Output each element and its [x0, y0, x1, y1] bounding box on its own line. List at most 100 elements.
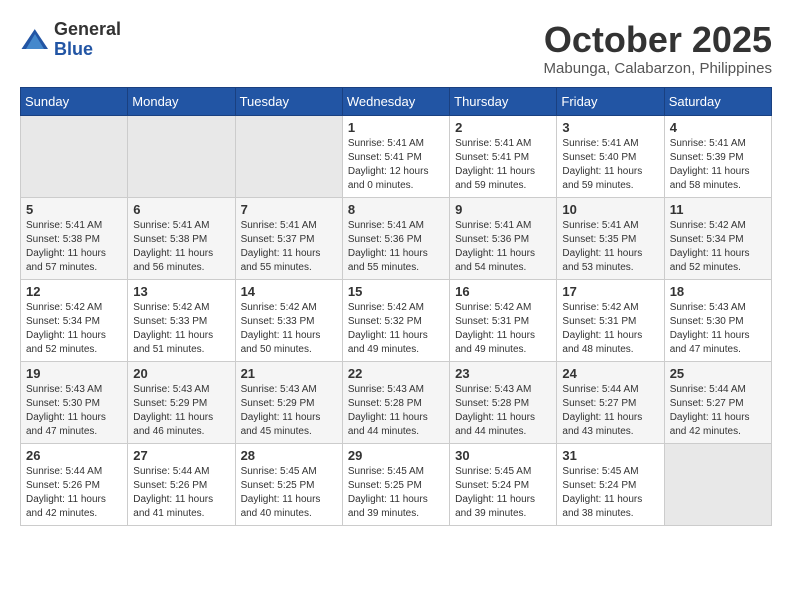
- day-number: 27: [133, 448, 229, 463]
- calendar-day-cell: 17 Sunrise: 5:42 AMSunset: 5:31 PMDayligh…: [557, 279, 664, 361]
- day-number: 5: [26, 202, 122, 217]
- day-info: Sunrise: 5:41 AMSunset: 5:38 PMDaylight:…: [133, 219, 229, 275]
- day-number: 6: [133, 202, 229, 217]
- page-header: General Blue October 2025 Mabunga, Calab…: [20, 20, 772, 77]
- day-number: 30: [455, 448, 551, 463]
- calendar-day-cell: 1Sunrise: 5:41 AMSunset: 5:41 PMDaylight…: [342, 115, 449, 197]
- day-number: 4: [670, 120, 766, 135]
- title-area: October 2025 Mabunga, Calabarzon, Philip…: [544, 20, 772, 77]
- calendar-day-cell: 9 Sunrise: 5:41 AMSunset: 5:36 PMDaylight…: [450, 197, 557, 279]
- calendar-day-cell: 3Sunrise: 5:41 AMSunset: 5:40 PMDaylight…: [557, 115, 664, 197]
- day-number: 9: [455, 202, 551, 217]
- calendar-day-cell: 28 Sunrise: 5:45 AMSunset: 5:25 PMDayligh…: [235, 443, 342, 525]
- day-info: Sunrise: 5:41 AMSunset: 5:41 PMDaylight:…: [455, 137, 551, 193]
- day-info: Sunrise: 5:44 AMSunset: 5:26 PMDaylight:…: [26, 465, 122, 521]
- calendar-day-cell: 14Sunrise: 5:42 AMSunset: 5:33 PMDayligh…: [235, 279, 342, 361]
- calendar-day-cell: 19 Sunrise: 5:43 AMSunset: 5:30 PMDayligh…: [21, 361, 128, 443]
- day-number: 1: [348, 120, 444, 135]
- weekday-header: Saturday: [664, 87, 771, 115]
- day-info: Sunrise: 5:43 AMSunset: 5:29 PMDaylight:…: [241, 383, 337, 439]
- day-info: Sunrise: 5:42 AMSunset: 5:32 PMDaylight:…: [348, 301, 444, 357]
- calendar-day-cell: [235, 115, 342, 197]
- month-title: October 2025: [544, 20, 772, 60]
- day-info: Sunrise: 5:43 AMSunset: 5:28 PMDaylight:…: [455, 383, 551, 439]
- calendar-day-cell: 11Sunrise: 5:42 AMSunset: 5:34 PMDayligh…: [664, 197, 771, 279]
- day-info: Sunrise: 5:42 AMSunset: 5:33 PMDaylight:…: [133, 301, 229, 357]
- calendar-week-row: 1 Sunrise: 5:41 AMSunset: 5:41 PMDaylight…: [21, 115, 772, 197]
- weekday-header: Thursday: [450, 87, 557, 115]
- day-info: Sunrise: 5:44 AMSunset: 5:27 PMDaylight:…: [670, 383, 766, 439]
- calendar-week-row: 19 Sunrise: 5:43 AMSunset: 5:30 PMDayligh…: [21, 361, 772, 443]
- calendar-day-cell: 5Sunrise: 5:41 AMSunset: 5:38 PMDaylight…: [21, 197, 128, 279]
- day-number: 15: [348, 284, 444, 299]
- day-info: Sunrise: 5:41 AMSunset: 5:37 PMDaylight:…: [241, 219, 337, 275]
- calendar-day-cell: 29 Sunrise: 5:45 AMSunset: 5:25 PMDayligh…: [342, 443, 449, 525]
- calendar-day-cell: 12Sunrise: 5:42 AMSunset: 5:34 PMDayligh…: [21, 279, 128, 361]
- day-info: Sunrise: 5:43 AMSunset: 5:30 PMDaylight:…: [670, 301, 766, 357]
- calendar-day-cell: [128, 115, 235, 197]
- calendar-day-cell: 23 Sunrise: 5:43 AMSunset: 5:28 PMDayligh…: [450, 361, 557, 443]
- calendar-day-cell: 22Sunrise: 5:43 AMSunset: 5:28 PMDayligh…: [342, 361, 449, 443]
- day-number: 23: [455, 366, 551, 381]
- calendar-day-cell: 2Sunrise: 5:41 AMSunset: 5:41 PMDaylight…: [450, 115, 557, 197]
- day-number: 13: [133, 284, 229, 299]
- weekday-header: Wednesday: [342, 87, 449, 115]
- day-info: Sunrise: 5:43 AMSunset: 5:29 PMDaylight:…: [133, 383, 229, 439]
- calendar-day-cell: 18Sunrise: 5:43 AMSunset: 5:30 PMDayligh…: [664, 279, 771, 361]
- calendar-day-cell: 26Sunrise: 5:44 AMSunset: 5:26 PMDayligh…: [21, 443, 128, 525]
- calendar-day-cell: 27 Sunrise: 5:44 AMSunset: 5:26 PMDayligh…: [128, 443, 235, 525]
- calendar-day-cell: 6 Sunrise: 5:41 AMSunset: 5:38 PMDaylight…: [128, 197, 235, 279]
- calendar-day-cell: 15 Sunrise: 5:42 AMSunset: 5:32 PMDayligh…: [342, 279, 449, 361]
- day-info: Sunrise: 5:44 AMSunset: 5:26 PMDaylight:…: [133, 465, 229, 521]
- day-number: 21: [241, 366, 337, 381]
- day-number: 11: [670, 202, 766, 217]
- day-number: 10: [562, 202, 658, 217]
- day-info: Sunrise: 5:42 AMSunset: 5:31 PMDaylight:…: [562, 301, 658, 357]
- calendar-day-cell: 20 Sunrise: 5:43 AMSunset: 5:29 PMDayligh…: [128, 361, 235, 443]
- logo-icon: [20, 25, 50, 55]
- day-info: Sunrise: 5:45 AMSunset: 5:24 PMDaylight:…: [455, 465, 551, 521]
- day-info: Sunrise: 5:41 AMSunset: 5:35 PMDaylight:…: [562, 219, 658, 275]
- calendar-day-cell: 24 Sunrise: 5:44 AMSunset: 5:27 PMDayligh…: [557, 361, 664, 443]
- calendar-day-cell: 8Sunrise: 5:41 AMSunset: 5:36 PMDaylight…: [342, 197, 449, 279]
- calendar-day-cell: 10 Sunrise: 5:41 AMSunset: 5:35 PMDayligh…: [557, 197, 664, 279]
- day-info: Sunrise: 5:43 AMSunset: 5:30 PMDaylight:…: [26, 383, 122, 439]
- calendar-day-cell: [21, 115, 128, 197]
- calendar-week-row: 26Sunrise: 5:44 AMSunset: 5:26 PMDayligh…: [21, 443, 772, 525]
- day-info: Sunrise: 5:42 AMSunset: 5:34 PMDaylight:…: [26, 301, 122, 357]
- logo: General Blue: [20, 20, 121, 60]
- logo-general: General: [54, 20, 121, 40]
- day-number: 20: [133, 366, 229, 381]
- calendar-day-cell: [664, 443, 771, 525]
- calendar-week-row: 5 Sunrise: 5:41 AMSunset: 5:38 PMDaylight…: [21, 197, 772, 279]
- calendar-day-cell: 21 Sunrise: 5:43 AMSunset: 5:29 PMDayligh…: [235, 361, 342, 443]
- day-number: 24: [562, 366, 658, 381]
- day-info: Sunrise: 5:41 AMSunset: 5:40 PMDaylight:…: [562, 137, 658, 193]
- weekday-header: Tuesday: [235, 87, 342, 115]
- calendar-day-cell: 25Sunrise: 5:44 AMSunset: 5:27 PMDayligh…: [664, 361, 771, 443]
- location-subtitle: Mabunga, Calabarzon, Philippines: [544, 60, 772, 77]
- day-number: 17: [562, 284, 658, 299]
- weekday-header: Sunday: [21, 87, 128, 115]
- day-info: Sunrise: 5:45 AMSunset: 5:25 PMDaylight:…: [348, 465, 444, 521]
- calendar-day-cell: 7Sunrise: 5:41 AMSunset: 5:37 PMDaylight…: [235, 197, 342, 279]
- day-info: Sunrise: 5:45 AMSunset: 5:25 PMDaylight:…: [241, 465, 337, 521]
- day-number: 29: [348, 448, 444, 463]
- calendar-week-row: 12Sunrise: 5:42 AMSunset: 5:34 PMDayligh…: [21, 279, 772, 361]
- day-info: Sunrise: 5:41 AMSunset: 5:39 PMDaylight:…: [670, 137, 766, 193]
- weekday-header: Friday: [557, 87, 664, 115]
- day-number: 16: [455, 284, 551, 299]
- day-info: Sunrise: 5:44 AMSunset: 5:27 PMDaylight:…: [562, 383, 658, 439]
- weekday-header: Monday: [128, 87, 235, 115]
- calendar-day-cell: 4 Sunrise: 5:41 AMSunset: 5:39 PMDaylight…: [664, 115, 771, 197]
- calendar-day-cell: 30 Sunrise: 5:45 AMSunset: 5:24 PMDayligh…: [450, 443, 557, 525]
- calendar-day-cell: 31Sunrise: 5:45 AMSunset: 5:24 PMDayligh…: [557, 443, 664, 525]
- day-info: Sunrise: 5:45 AMSunset: 5:24 PMDaylight:…: [562, 465, 658, 521]
- day-info: Sunrise: 5:41 AMSunset: 5:36 PMDaylight:…: [455, 219, 551, 275]
- day-number: 19: [26, 366, 122, 381]
- calendar-table: SundayMondayTuesdayWednesdayThursdayFrid…: [20, 87, 772, 526]
- day-info: Sunrise: 5:42 AMSunset: 5:33 PMDaylight:…: [241, 301, 337, 357]
- logo-text: General Blue: [54, 20, 121, 60]
- day-number: 28: [241, 448, 337, 463]
- day-number: 8: [348, 202, 444, 217]
